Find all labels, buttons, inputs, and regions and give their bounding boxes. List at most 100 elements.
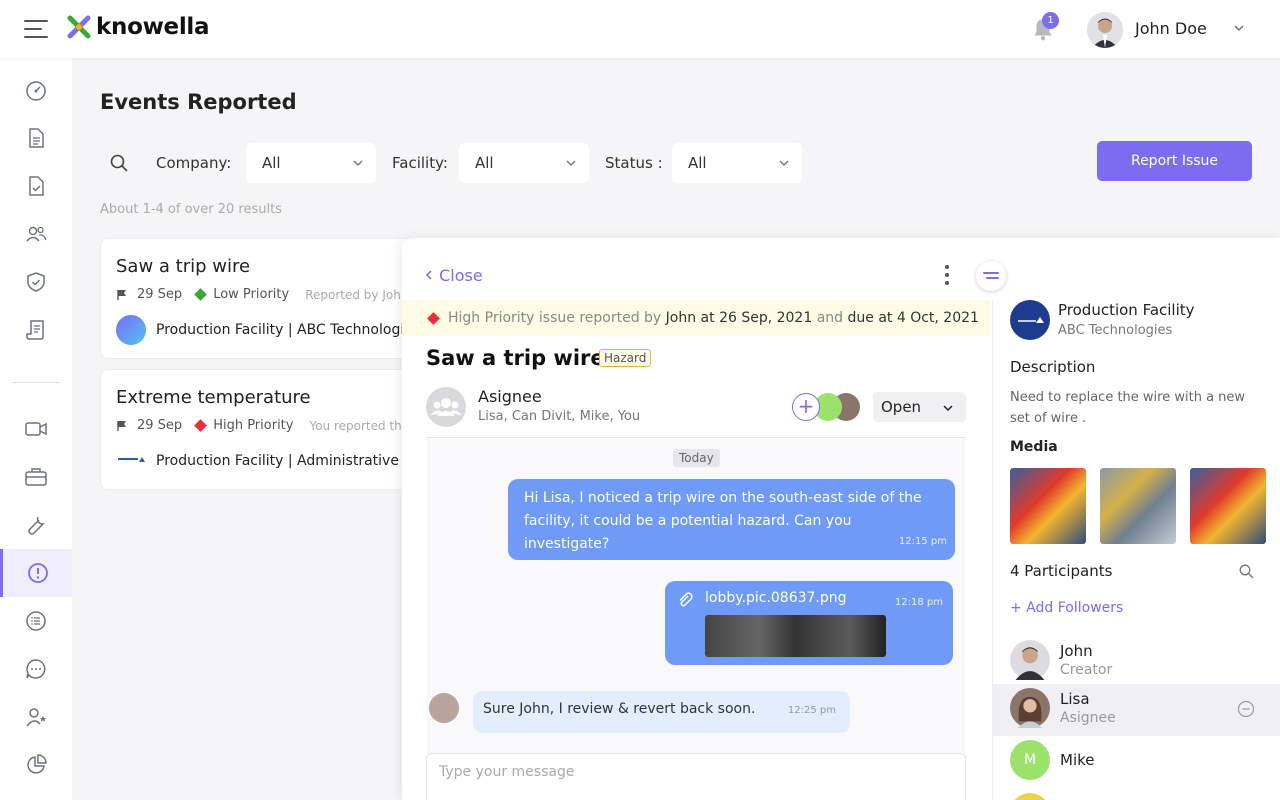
- chevron-down-icon[interactable]: [1233, 22, 1245, 34]
- chevron-down-icon: [353, 160, 363, 167]
- attachment-thumbnail[interactable]: [705, 615, 886, 657]
- facility-filter-select[interactable]: All: [459, 143, 589, 183]
- event-priority: High Priority: [213, 418, 294, 433]
- add-followers-link[interactable]: + Add Followers: [1010, 600, 1123, 616]
- sidebar-item-briefcase[interactable]: [0, 453, 72, 501]
- event-reported: You reported this: [309, 418, 412, 433]
- search-icon[interactable]: [110, 154, 128, 172]
- person-photo-icon: [1087, 12, 1123, 48]
- briefcase-icon: [25, 468, 47, 486]
- participant-row[interactable]: M Mike: [993, 736, 1280, 788]
- sidebar-item-list[interactable]: [0, 597, 72, 645]
- message-text: Sure John, I review & revert back soon.: [483, 701, 756, 717]
- chat-bubble-icon: [26, 659, 46, 679]
- facility-name: Production Facility: [1058, 301, 1195, 319]
- group-icon: [430, 398, 462, 416]
- collapse-panel-button[interactable]: [976, 261, 1006, 291]
- media-title: Media: [1010, 439, 1058, 455]
- add-assignee-button[interactable]: +: [792, 393, 820, 421]
- sidebar-item-tools[interactable]: [0, 501, 72, 549]
- pie-chart-icon: [27, 754, 47, 774]
- notification-badge: 1: [1042, 12, 1059, 29]
- logo-mark-icon: [67, 15, 91, 39]
- message-time: 12:18 pm: [894, 597, 943, 608]
- sidebar-item-safety[interactable]: [0, 258, 72, 306]
- gauge-icon: [26, 81, 46, 101]
- sidebar-item-documents[interactable]: [0, 114, 72, 162]
- today-divider: Today: [673, 449, 720, 467]
- participant-row[interactable]: Lisa Asignee: [993, 684, 1280, 736]
- result-count: About 1-4 of over 20 results: [100, 202, 282, 217]
- group-avatar: [426, 387, 466, 427]
- priority-banner: High Priority issue reported by John at …: [402, 300, 990, 336]
- event-info-column: Production Facility ABC Technologies Des…: [992, 300, 1280, 800]
- message-time: 12:15 pm: [898, 536, 947, 547]
- flag-icon: [117, 289, 126, 300]
- sender-avatar: [429, 693, 459, 723]
- sidebar-item-reports[interactable]: [0, 306, 72, 354]
- sidebar-item-video[interactable]: [0, 405, 72, 453]
- media-thumbnail[interactable]: [1010, 468, 1086, 544]
- status-select[interactable]: Open: [873, 392, 966, 422]
- event-facility: Production Facility | Administrative Off…: [116, 446, 420, 476]
- company-filter-select[interactable]: All: [246, 143, 376, 183]
- status-filter-value: All: [688, 154, 707, 172]
- paperclip-icon: [679, 592, 693, 607]
- sidebar-item-checklist[interactable]: [0, 162, 72, 210]
- menu-icon[interactable]: [24, 20, 48, 38]
- participant-avatar: [1010, 688, 1050, 728]
- close-button[interactable]: Close: [424, 266, 483, 285]
- banner-prefix: High Priority issue reported by: [448, 310, 662, 326]
- hazard-tag: Hazard: [599, 349, 652, 367]
- chevron-down-icon: [943, 405, 953, 412]
- description-title: Description: [1010, 358, 1096, 376]
- event-card[interactable]: Extreme temperature 29 Sep High Priority…: [100, 369, 420, 490]
- participant-avatar: [1010, 640, 1050, 680]
- event-facility-name: Production Facility | Administrative Off…: [156, 453, 420, 469]
- sidebar-item-dashboard[interactable]: [0, 66, 72, 114]
- event-date: 29 Sep: [137, 418, 183, 433]
- event-meta: 29 Sep Low Priority Reported by John: [116, 287, 408, 302]
- message-input-placeholder: Type your message: [439, 764, 575, 780]
- chat-area[interactable]: Today Hi Lisa, I noticed a trip wire on …: [426, 437, 966, 800]
- facility-company: ABC Technologies: [1058, 323, 1173, 338]
- assignee-names: Lisa, Can Divit, Mike, You: [478, 409, 641, 424]
- priority-diamond-icon: [194, 419, 208, 432]
- company-logo-icon: [116, 456, 146, 464]
- user-star-icon: [26, 708, 46, 727]
- event-date: 29 Sep: [137, 287, 183, 302]
- report-issue-button[interactable]: Report Issue: [1097, 141, 1252, 181]
- incoming-message: Sure John, I review & revert back soon. …: [473, 691, 850, 733]
- attachment-filename[interactable]: lobby.pic.08637.png: [705, 587, 847, 610]
- user-name[interactable]: John Doe: [1135, 19, 1207, 38]
- message-input[interactable]: Type your message: [426, 753, 966, 800]
- sidebar-item-analytics[interactable]: [0, 741, 72, 789]
- user-avatar[interactable]: [1087, 12, 1123, 48]
- alert-circle-icon: [27, 563, 48, 583]
- media-thumbnail[interactable]: [1100, 468, 1176, 544]
- event-meta: 29 Sep High Priority You reported this: [116, 418, 411, 433]
- sidebar-item-events[interactable]: [0, 549, 72, 597]
- participant-role: Asignee: [1060, 710, 1116, 726]
- facility-filter-label: Facility:: [392, 154, 448, 172]
- participant-row[interactable]: John Creator: [993, 636, 1280, 688]
- participant-role: Creator: [1060, 662, 1113, 678]
- sidebar-item-user-settings[interactable]: [0, 693, 72, 741]
- remove-circle-icon[interactable]: [1237, 700, 1255, 718]
- facility-filter-value: All: [475, 154, 494, 172]
- participant-avatar: [1010, 793, 1050, 800]
- detail-title: Saw a trip wire: [426, 346, 605, 370]
- media-thumbnail[interactable]: [1190, 468, 1266, 544]
- message-time: 12:25 pm: [787, 705, 836, 716]
- chevron-down-icon: [779, 160, 789, 167]
- more-options-icon[interactable]: [945, 265, 951, 287]
- sidebar-item-users[interactable]: [0, 210, 72, 258]
- search-icon[interactable]: [1239, 564, 1254, 579]
- sidebar-item-chat[interactable]: [0, 645, 72, 693]
- high-priority-diamond-icon: [427, 312, 440, 325]
- status-filter-select[interactable]: All: [672, 143, 802, 183]
- receipt-icon: [26, 320, 44, 340]
- event-card[interactable]: Saw a trip wire 29 Sep Low Priority Repo…: [100, 238, 420, 359]
- logo[interactable]: knowella: [66, 14, 210, 40]
- message-text: Hi Lisa, I noticed a trip wire on the so…: [524, 490, 922, 552]
